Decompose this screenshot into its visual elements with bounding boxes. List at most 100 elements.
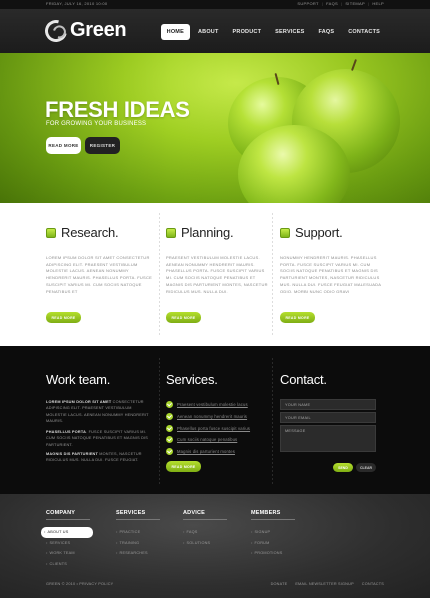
research-read-more-button[interactable]: READ MORE xyxy=(46,312,81,323)
check-icon xyxy=(166,413,173,421)
nav-contacts[interactable]: CONTACTS xyxy=(342,24,386,40)
nav-product[interactable]: PRODUCT xyxy=(227,24,268,40)
logo[interactable]: Green xyxy=(40,15,127,46)
service-link[interactable]: Cum sociis natoque penatibus xyxy=(177,437,237,442)
footer-list: ABOUT US SERVICES WORK TEAM CLIENTS xyxy=(41,527,106,570)
footer-list: FAQS SOLUTIONS xyxy=(183,527,243,548)
footer-link-faqs[interactable]: FAQS xyxy=(183,527,243,538)
footer-column-services: SERVICES PRACTICE TRAINING RESEARCHES xyxy=(116,510,176,559)
footer-link-clients[interactable]: CLIENTS xyxy=(46,559,106,570)
main-nav: HOME ABOUT PRODUCT SERVICES FAQS CONTACT… xyxy=(160,24,386,40)
service-link[interactable]: Phasellus porta fusce suscipit varius xyxy=(177,426,250,431)
hero-banner: FRESH IDEAS FOR GROWING YOUR BUSINESS RE… xyxy=(0,53,430,203)
services-title: Services. xyxy=(166,372,218,387)
footer-heading: ADVICE xyxy=(183,510,227,520)
footer-link-work-team[interactable]: WORK TEAM xyxy=(46,548,106,559)
hero-read-more-button[interactable]: READ MORE xyxy=(46,137,81,154)
separator: | xyxy=(321,1,324,6)
clear-button[interactable]: CLEAR xyxy=(356,463,376,472)
top-link-faqs[interactable]: FAQS xyxy=(326,1,338,6)
paragraph-lead: LOREM IPSUM DOLOR SIT AMET xyxy=(46,400,112,404)
message-field[interactable]: MESSAGE xyxy=(280,425,376,452)
top-link-help[interactable]: HELP xyxy=(372,1,384,6)
nav-about[interactable]: ABOUT xyxy=(192,24,225,40)
footer-heading: COMPANY xyxy=(46,510,90,520)
swirl-logo-icon xyxy=(40,15,72,46)
check-icon xyxy=(166,436,173,444)
feature-text: LOREM IPSUM DOLOR SIT AMET CONSECTETUR A… xyxy=(46,255,153,294)
footer-link-about-us[interactable]: ABOUT US xyxy=(41,527,93,538)
nav-faqs[interactable]: FAQS xyxy=(312,24,340,40)
feature-heading: Research. xyxy=(46,225,119,240)
column-divider xyxy=(159,213,160,336)
send-button[interactable]: SEND xyxy=(333,463,353,472)
hero-shade xyxy=(0,53,430,203)
list-item[interactable]: Magnis dis parturient montes xyxy=(166,446,270,458)
planning-read-more-button[interactable]: READ MORE xyxy=(166,312,201,323)
work-paragraph: MAGNIS DIS PARTURIENT MONTES, NASCETUR R… xyxy=(46,451,152,464)
footer-link-signup[interactable]: SIGNUP xyxy=(251,527,311,538)
services-list: Praesent vestibulum molestie lacus Aenea… xyxy=(166,399,270,457)
nav-services[interactable]: SERVICES xyxy=(269,24,310,40)
footer-list: SIGNUP FORUM PROMOTIONS xyxy=(251,527,311,559)
hero-subtitle: FOR GROWING YOUR BUSINESS xyxy=(46,121,147,127)
top-links: SUPPORT | FAQS | SITEMAP | HELP xyxy=(297,1,384,6)
footer-list: PRACTICE TRAINING RESEARCHES xyxy=(116,527,176,559)
footer-link-promotions[interactable]: PROMOTIONS xyxy=(251,548,311,559)
feature-support: Support. NONUMMY HENDRERIT MAURIS. PHASE… xyxy=(280,203,384,346)
footer-heading: MEMBERS xyxy=(251,510,295,520)
work-paragraph: LOREM IPSUM DOLOR SIT AMET CONSECTETUR A… xyxy=(46,399,152,425)
planning-icon xyxy=(166,227,176,238)
feature-text: PRAESENT VESTIBULUM MOLESTIE LACUS. AENE… xyxy=(166,255,268,294)
site-header: Green HOME ABOUT PRODUCT SERVICES FAQS C… xyxy=(0,9,430,53)
list-item[interactable]: Aenean nonummy hendrerit mauris xyxy=(166,411,270,423)
date-text: FRIDAY, JULY 16, 2010 10:00 xyxy=(46,1,108,6)
hero-register-button[interactable]: REGISTER xyxy=(85,137,120,154)
separator: | xyxy=(368,1,370,6)
feature-title: Planning. xyxy=(181,225,234,240)
feature-research: Research. LOREM IPSUM DOLOR SIT AMET CON… xyxy=(46,203,154,346)
footer-link-training[interactable]: TRAINING xyxy=(116,538,176,549)
hero-title: FRESH IDEAS xyxy=(45,97,190,122)
support-icon xyxy=(280,227,290,238)
name-field[interactable]: YOUR NAME xyxy=(280,399,376,410)
footer-link-newsletter[interactable]: EMAIL NEWSLETTER SIGNUP xyxy=(295,582,353,586)
logo-text: Green xyxy=(70,19,127,41)
nav-home[interactable]: HOME xyxy=(160,24,190,40)
feature-planning: Planning. PRAESENT VESTIBULUM MOLESTIE L… xyxy=(166,203,270,346)
feature-heading: Support. xyxy=(280,225,343,240)
footer-bottom-links: DONATE EMAIL NEWSLETTER SIGNUP CONTACTS xyxy=(271,582,384,586)
footer-link-contacts[interactable]: CONTACTS xyxy=(362,582,384,586)
service-link[interactable]: Praesent vestibulum molestie lacus xyxy=(177,402,248,407)
footer-link-donate[interactable]: DONATE xyxy=(271,582,288,586)
list-item[interactable]: Praesent vestibulum molestie lacus xyxy=(166,399,270,411)
list-item[interactable]: Phasellus porta fusce suscipit varius xyxy=(166,422,270,434)
footer-link-practice[interactable]: PRACTICE xyxy=(116,527,176,538)
footer-link-forum[interactable]: FORUM xyxy=(251,538,311,549)
footer-column-company: COMPANY ABOUT US SERVICES WORK TEAM CLIE… xyxy=(41,510,106,570)
site-footer: COMPANY ABOUT US SERVICES WORK TEAM CLIE… xyxy=(0,494,430,598)
footer-link-solutions[interactable]: SOLUTIONS xyxy=(183,538,243,549)
email-field[interactable]: YOUR EMAIL xyxy=(280,412,376,423)
column-divider xyxy=(272,358,273,484)
footer-heading: SERVICES xyxy=(116,510,160,520)
footer-column-advice: ADVICE FAQS SOLUTIONS xyxy=(183,510,243,548)
services-read-more-button[interactable]: READ MORE xyxy=(166,461,201,472)
column-divider xyxy=(159,358,160,484)
list-item[interactable]: Cum sociis natoque penatibus xyxy=(166,434,270,446)
top-bar: FRIDAY, JULY 16, 2010 10:00 SUPPORT | FAQ… xyxy=(0,0,430,9)
footer-link-researches[interactable]: RESEARCHES xyxy=(116,548,176,559)
footer-link-services[interactable]: SERVICES xyxy=(46,538,106,549)
support-read-more-button[interactable]: READ MORE xyxy=(280,312,315,323)
check-icon xyxy=(166,424,173,432)
separator: | xyxy=(340,1,343,6)
service-link[interactable]: Magnis dis parturient montes xyxy=(177,449,235,454)
feature-heading: Planning. xyxy=(166,225,234,240)
top-link-support[interactable]: SUPPORT xyxy=(297,1,318,6)
feature-text: NONUMMY HENDRERIT MAURIS. PHASELLUS PORT… xyxy=(280,255,381,294)
footer-column-members: MEMBERS SIGNUP FORUM PROMOTIONS xyxy=(251,510,311,559)
top-link-sitemap[interactable]: SITEMAP xyxy=(345,1,365,6)
paragraph-lead: PHASELLUS PORTA xyxy=(46,430,87,434)
service-link[interactable]: Aenean nonummy hendrerit mauris xyxy=(177,414,247,419)
work-team-title: Work team. xyxy=(46,372,111,387)
